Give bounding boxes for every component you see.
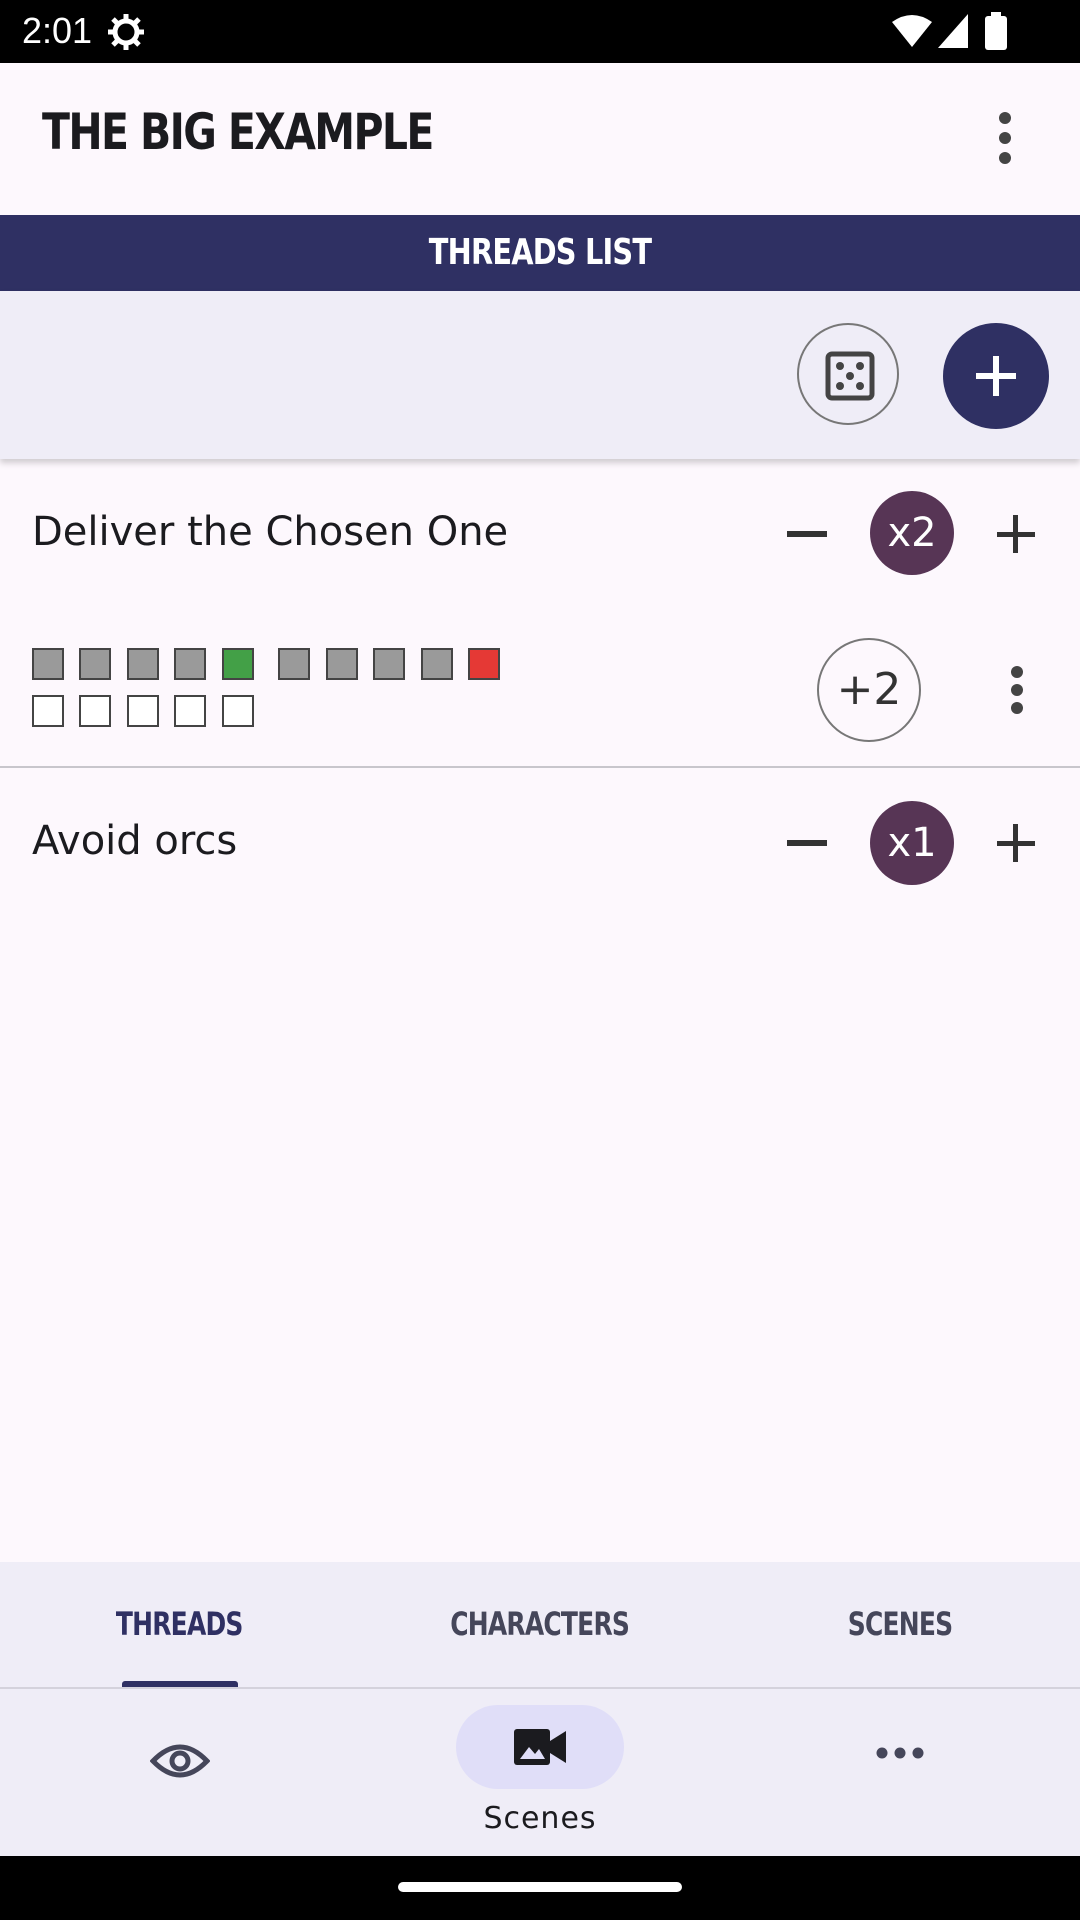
progress-box[interactable] (174, 695, 206, 727)
nav-item-view[interactable] (120, 1705, 240, 1825)
more-vert-icon[interactable] (1000, 666, 1034, 714)
progress-box[interactable] (79, 695, 111, 727)
thread-item[interactable]: Deliver the Chosen One x2 +2 (0, 459, 1080, 766)
progress-box-end[interactable] (468, 648, 500, 680)
progress-box[interactable] (373, 648, 405, 680)
nav-scenes-label: Scenes (483, 1801, 597, 1836)
more-horiz-icon (876, 1747, 924, 1759)
tab-bar: THREADS CHARACTERS SCENES (0, 1562, 1080, 1687)
tab-threads[interactable]: THREADS (62, 1562, 296, 1687)
progress-box[interactable] (174, 648, 206, 680)
nav-item-more[interactable] (840, 1705, 960, 1825)
thread-item[interactable]: Avoid orcs x1 (0, 768, 1080, 918)
progress-box[interactable] (421, 648, 453, 680)
video-camera-icon (514, 1729, 566, 1765)
dice-icon (825, 351, 875, 401)
progress-box[interactable] (222, 695, 254, 727)
decrease-weight-button[interactable] (787, 531, 827, 537)
thread-weight-badge: x1 (870, 801, 954, 885)
status-time: 2:01 (22, 10, 93, 51)
increase-weight-button[interactable] (997, 824, 1035, 862)
thread-title: Avoid orcs (32, 818, 238, 864)
nav-item-scenes[interactable] (456, 1705, 624, 1789)
app-bar: THE BIG EXAMPLE (0, 63, 1080, 215)
random-thread-button[interactable] (797, 323, 899, 425)
settings-icon (108, 14, 144, 50)
eye-icon (150, 1744, 210, 1778)
app-title: THE BIG EXAMPLE (42, 103, 434, 161)
advance-progress-button[interactable]: +2 (817, 638, 921, 742)
more-vert-icon[interactable] (985, 108, 1025, 168)
progress-box[interactable] (79, 648, 111, 680)
action-strip (0, 291, 1080, 459)
progress-box-checkpoint[interactable] (222, 648, 254, 680)
progress-box[interactable] (278, 648, 310, 680)
decrease-weight-button[interactable] (787, 840, 827, 846)
section-title: THREADS LIST (428, 232, 652, 273)
progress-box[interactable] (32, 648, 64, 680)
signal-icon (938, 14, 968, 48)
progress-box[interactable] (127, 648, 159, 680)
plus-icon (976, 356, 1016, 396)
progress-box[interactable] (32, 695, 64, 727)
tab-characters[interactable]: CHARACTERS (400, 1562, 680, 1687)
wifi-icon (892, 15, 932, 47)
tab-scenes[interactable]: SCENES (790, 1562, 1010, 1687)
system-navigation-bar (0, 1856, 1080, 1920)
bottom-navigation: Scenes (0, 1689, 1080, 1856)
increase-weight-button[interactable] (997, 515, 1035, 553)
progress-box[interactable] (127, 695, 159, 727)
battery-icon (985, 12, 1007, 50)
thread-weight-badge: x2 (870, 491, 954, 575)
section-header: THREADS LIST (0, 215, 1080, 291)
add-thread-button[interactable] (943, 323, 1049, 429)
thread-title: Deliver the Chosen One (32, 509, 509, 555)
status-bar: 2:01 (0, 0, 1080, 63)
home-gesture-handle[interactable] (398, 1882, 682, 1892)
progress-box[interactable] (326, 648, 358, 680)
